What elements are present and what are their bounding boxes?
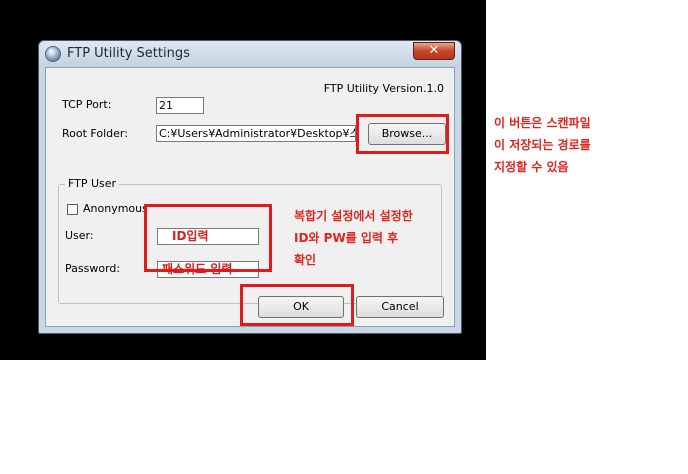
annotation-line: 이 저장되는 경로를 — [494, 138, 591, 152]
anonymous-label: Anonymous — [83, 202, 148, 215]
tcp-port-label: TCP Port: — [62, 98, 112, 111]
app-globe-icon — [45, 46, 61, 62]
ftp-user-group-label: FTP User — [65, 177, 120, 190]
credentials-highlight-box — [144, 204, 272, 272]
anonymous-checkbox[interactable] — [67, 204, 78, 215]
annotation-line: 확인 — [294, 253, 317, 267]
user-label: User: — [65, 229, 94, 242]
annotation-line: ID와 PW를 입력 후 — [294, 231, 399, 245]
annotation-line: 이 버튼은 스캔파일 — [494, 116, 591, 130]
browse-annotation: 이 버튼은 스캔파일 이 저장되는 경로를 지정할 수 있음 — [494, 112, 591, 178]
annotation-line: 복합기 설정에서 설정한 — [294, 209, 413, 223]
annotation-line: 지정할 수 있음 — [494, 160, 569, 174]
root-folder-label: Root Folder: — [62, 127, 128, 140]
tcp-port-input[interactable]: 21 — [156, 97, 204, 114]
password-label: Password: — [65, 262, 121, 275]
browse-highlight-box — [356, 114, 449, 154]
title-bar[interactable]: FTP Utility Settings ✕ — [39, 41, 461, 67]
root-folder-input[interactable]: C:¥Users¥Administrator¥Desktop¥스캔 — [156, 125, 356, 142]
close-button[interactable]: ✕ — [413, 42, 455, 60]
cancel-button[interactable]: Cancel — [356, 296, 444, 318]
version-label: FTP Utility Version.1.0 — [323, 82, 444, 95]
ok-highlight-box — [240, 284, 354, 326]
window-title: FTP Utility Settings — [67, 46, 190, 61]
credentials-annotation: 복합기 설정에서 설정한 ID와 PW를 입력 후 확인 — [294, 205, 413, 271]
